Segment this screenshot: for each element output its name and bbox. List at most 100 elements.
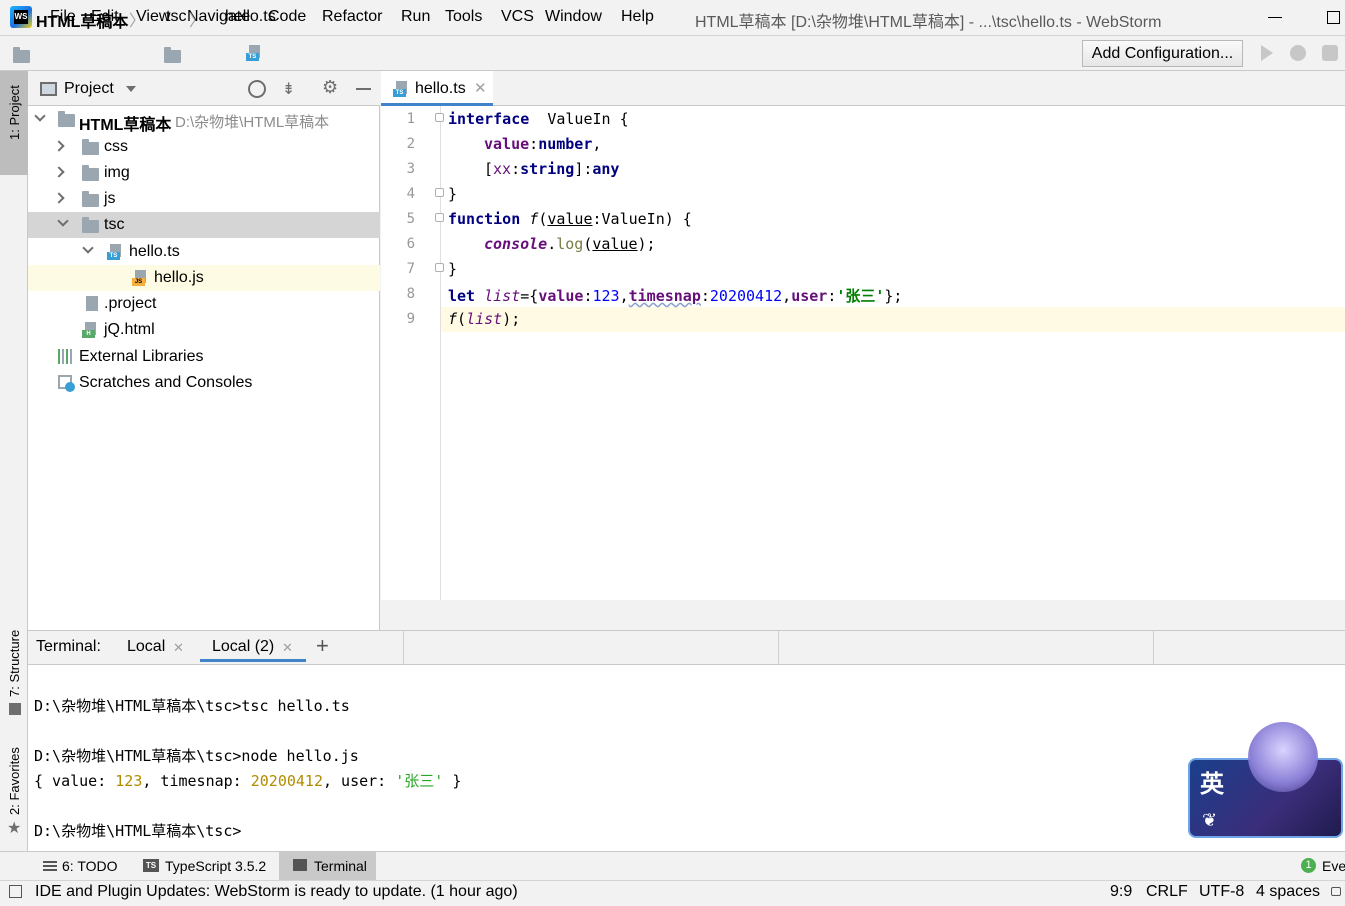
- line-separator[interactable]: CRLF: [1146, 883, 1188, 901]
- structure-stripe-label[interactable]: 7: Structure: [7, 622, 22, 697]
- active-tab-indicator: [200, 659, 306, 662]
- fold-marker-icon[interactable]: [435, 113, 444, 122]
- code-line-3: [xx:string]:any: [484, 160, 620, 178]
- tree-item-css[interactable]: css: [28, 134, 380, 160]
- new-terminal-tab-button[interactable]: +: [316, 633, 329, 659]
- code-line-6: console.log(value);: [484, 235, 656, 253]
- close-tab-icon[interactable]: ✕: [474, 79, 487, 97]
- ime-avatar: [1248, 722, 1318, 792]
- tree-item-project-file[interactable]: .project: [28, 291, 380, 317]
- indent-setting[interactable]: 4 spaces: [1256, 883, 1320, 901]
- terminal-tab-local[interactable]: Local: [127, 638, 165, 656]
- run-icon[interactable]: [1261, 45, 1273, 61]
- tree-item-img[interactable]: img: [28, 160, 380, 186]
- menu-refactor[interactable]: Refactor: [322, 8, 382, 26]
- project-panel-title[interactable]: Project: [64, 80, 114, 98]
- folder-icon: [13, 47, 30, 63]
- breadcrumb-hello-ts[interactable]: hello.ts: [225, 8, 276, 26]
- folder-icon: [82, 139, 99, 155]
- tree-item-label: tsc: [104, 216, 125, 233]
- caret-position[interactable]: 9:9: [1110, 883, 1132, 901]
- typescript-file-icon: TS: [393, 81, 409, 97]
- menu-help[interactable]: Help: [621, 8, 654, 26]
- minimize-button[interactable]: [1268, 17, 1282, 18]
- menu-tools[interactable]: Tools: [445, 8, 482, 26]
- tree-item-label: img: [104, 164, 130, 181]
- terminal-tool-button[interactable]: Terminal: [314, 858, 367, 874]
- menu-run[interactable]: Run: [401, 8, 430, 26]
- line-number: 7: [406, 261, 415, 277]
- tree-item-hello-js[interactable]: JS hello.js: [28, 265, 380, 291]
- menu-window[interactable]: Window: [545, 8, 602, 26]
- lock-icon[interactable]: [1331, 887, 1341, 896]
- editor-tab-hello-ts[interactable]: TS hello.ts ✕: [381, 71, 493, 106]
- file-encoding[interactable]: UTF-8: [1199, 883, 1244, 901]
- chevron-down-icon[interactable]: [34, 110, 46, 122]
- event-log-button[interactable]: Even: [1322, 858, 1345, 874]
- code-line-2: value:number,: [484, 135, 602, 153]
- hide-panel-icon[interactable]: [356, 88, 371, 90]
- tree-item-scratches[interactable]: Scratches and Consoles: [28, 370, 380, 396]
- todo-icon: [43, 861, 57, 871]
- tree-item-js[interactable]: js: [28, 186, 380, 212]
- chevron-right-icon[interactable]: [53, 140, 65, 152]
- line-number: 9: [406, 311, 415, 327]
- terminal-line: D:\杂物堆\HTML草稿本\tsc>tsc hello.ts: [34, 697, 350, 715]
- code-editor[interactable]: [441, 106, 1345, 600]
- code-line-4: }: [448, 185, 458, 203]
- star-icon: ★: [7, 820, 22, 837]
- favorites-stripe-label[interactable]: 2: Favorites: [7, 745, 22, 815]
- close-tab-icon[interactable]: ✕: [173, 640, 184, 656]
- tool-windows-toggle-icon[interactable]: [9, 885, 22, 898]
- window-title: HTML草稿本 [D:\杂物堆\HTML草稿本] - ...\tsc\hello…: [695, 14, 1162, 31]
- folder-icon: [58, 111, 75, 127]
- typescript-tool-button[interactable]: TypeScript 3.5.2: [165, 858, 266, 874]
- editor-tab-bar: [381, 71, 1345, 106]
- file-icon: [86, 296, 98, 311]
- folder-icon: [82, 165, 99, 181]
- current-line-highlight: [441, 307, 1345, 332]
- todo-tool-button[interactable]: 6: TODO: [62, 858, 118, 874]
- tree-root[interactable]: HTML草稿本 D:\杂物堆\HTML草稿本: [28, 107, 380, 134]
- tree-item-external-libraries[interactable]: External Libraries: [28, 344, 380, 370]
- add-configuration-button[interactable]: Add Configuration...: [1082, 40, 1243, 67]
- tree-item-jq-html[interactable]: H jQ.html: [28, 317, 380, 343]
- chevron-right-icon[interactable]: [53, 166, 65, 178]
- gear-icon[interactable]: ⚙: [322, 77, 338, 98]
- breadcrumb-separator-icon: 〉: [189, 13, 206, 30]
- divider: [778, 631, 779, 664]
- breadcrumb-tsc[interactable]: tsc: [166, 8, 186, 26]
- close-tab-icon[interactable]: ✕: [282, 640, 293, 656]
- menu-vcs[interactable]: VCS: [501, 8, 534, 26]
- status-message[interactable]: IDE and Plugin Updates: WebStorm is read…: [35, 883, 518, 901]
- structure-icon: [9, 703, 21, 715]
- debug-icon[interactable]: [1290, 45, 1306, 61]
- chevron-down-icon[interactable]: [126, 86, 136, 92]
- line-number: 2: [406, 136, 415, 152]
- editor-bottom-area: [381, 600, 1345, 630]
- tree-item-label: js: [104, 190, 116, 207]
- locate-icon[interactable]: [248, 80, 266, 98]
- chevron-down-icon[interactable]: [82, 242, 94, 254]
- coverage-icon[interactable]: [1322, 45, 1338, 61]
- line-number: 6: [406, 236, 415, 252]
- tree-item-tsc[interactable]: tsc: [28, 212, 380, 238]
- code-line-5: function f(value:ValueIn) {: [448, 210, 692, 228]
- fold-marker-icon[interactable]: [435, 188, 444, 197]
- fold-marker-icon[interactable]: [435, 213, 444, 222]
- collapse-all-icon[interactable]: ⇟: [282, 79, 295, 99]
- terminal-tab-local-2[interactable]: Local (2): [212, 638, 274, 656]
- breadcrumb-project[interactable]: HTML草稿本: [36, 8, 128, 32]
- fold-marker-icon[interactable]: [435, 263, 444, 272]
- chevron-down-icon[interactable]: [57, 215, 69, 227]
- terminal-line: D:\杂物堆\HTML草稿本\tsc>: [34, 822, 242, 840]
- tree-item-hello-ts[interactable]: TS hello.ts: [28, 239, 380, 265]
- typescript-file-icon: TS: [107, 244, 123, 260]
- folder-icon: [164, 47, 182, 63]
- event-log-count[interactable]: 1: [1301, 858, 1316, 873]
- code-line-8: let list={value:123,timesnap:20200412,us…: [448, 287, 903, 305]
- left-tool-stripe: [0, 71, 28, 851]
- chevron-right-icon[interactable]: [53, 192, 65, 204]
- maximize-button[interactable]: [1327, 11, 1340, 24]
- project-stripe-label[interactable]: 1: Project: [7, 80, 22, 140]
